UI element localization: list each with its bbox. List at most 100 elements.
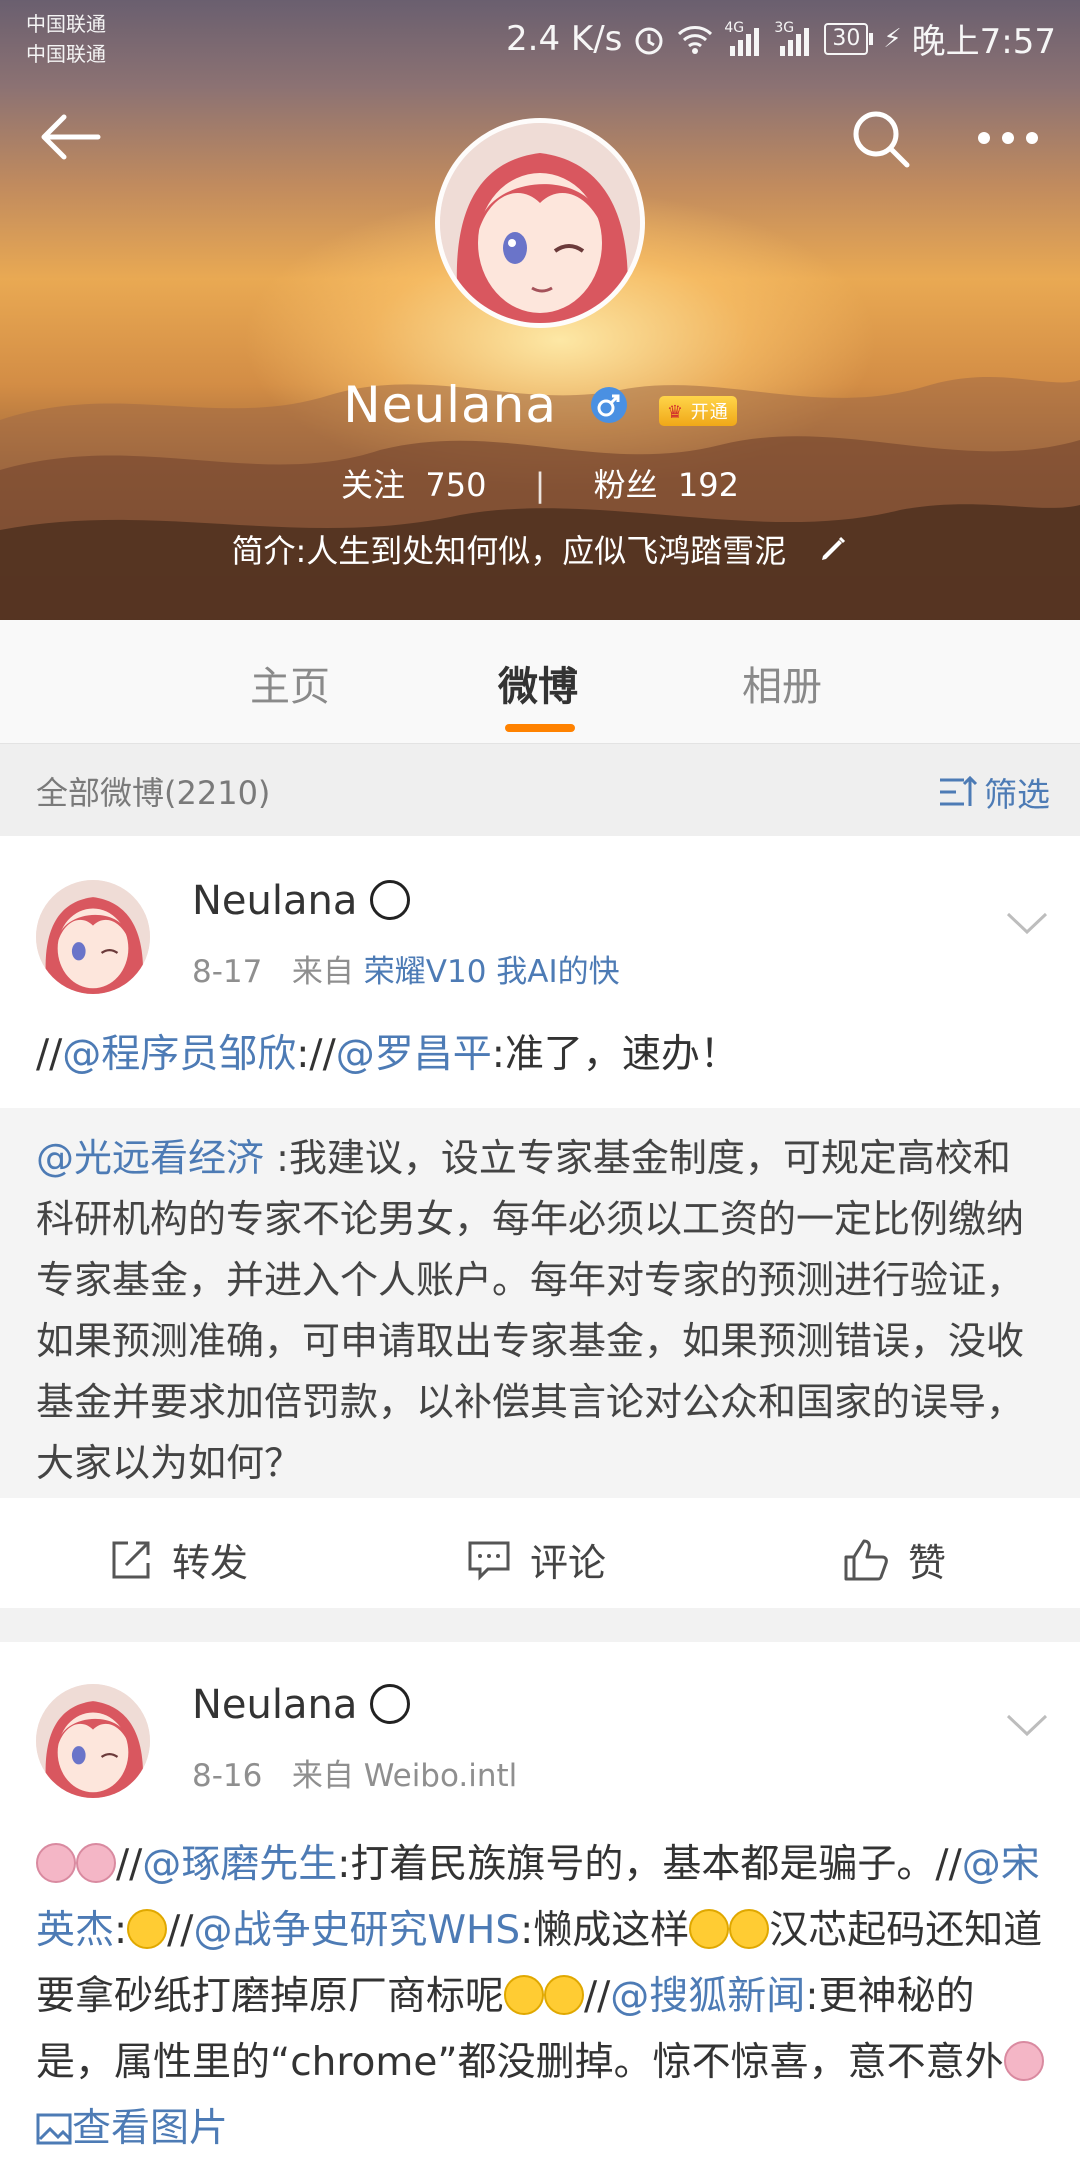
sweat-emoji-icon — [127, 1909, 168, 1949]
profile-bio-row: 简介:人生到处知何似，应似飞鸿踏雪泥 — [0, 526, 1080, 572]
profile-bio: 简介:人生到处知何似，应似飞鸿踏雪泥 — [231, 532, 787, 570]
comment-icon — [468, 1541, 510, 1581]
quoted-post[interactable]: @光远看经济 :我建议，设立专家基金制度，可规定高校和科研机构的专家不论男女，每… — [0, 1108, 1080, 1498]
laugh-cry-emoji-icon — [544, 1975, 585, 2015]
comment-label: 评论 — [530, 1541, 607, 1585]
comment-button[interactable]: 评论 — [466, 1532, 606, 1587]
post-from-label: 来自 — [291, 954, 354, 990]
post-from-label: 来自 — [291, 1758, 354, 1794]
signal-3g-icon: 3G — [774, 19, 814, 56]
text-fragment: : — [114, 1908, 128, 1953]
signal-4g-icon: 4G — [724, 19, 764, 56]
active-tab-indicator — [505, 724, 575, 732]
followers-count: 192 — [677, 466, 739, 504]
laugh-cry-emoji-icon — [504, 1975, 545, 2015]
following-link[interactable]: 关注 750 — [341, 466, 486, 504]
vip-badge-label: 开通 — [690, 402, 729, 423]
mention-link[interactable]: @程序员邹欣 — [62, 1032, 296, 1077]
post-text: //@琢磨先生:打着民族旗号的，基本都是骗子。//@宋英杰://@战争史研究WH… — [36, 1832, 1046, 2160]
panda-icon — [370, 1684, 411, 1724]
following-count: 750 — [425, 466, 487, 504]
tab-home[interactable]: 主页 — [250, 654, 330, 712]
pig-emoji-icon — [76, 1843, 116, 1883]
more-icon[interactable] — [976, 128, 1040, 148]
carrier-1: 中国联通 — [26, 12, 106, 36]
search-icon[interactable] — [850, 108, 912, 170]
thumbs-up-icon — [844, 1539, 888, 1580]
like-label: 赞 — [908, 1541, 947, 1585]
pencil-icon[interactable] — [818, 534, 848, 564]
pig-emoji-icon — [1003, 2041, 1044, 2081]
post-card[interactable]: Neulana 8-16 来自 Weibo.intl //@琢磨先生:打着民族旗… — [0, 1642, 1080, 2160]
repost-label: 转发 — [172, 1541, 249, 1585]
repost-icon — [112, 1541, 150, 1578]
profile-avatar[interactable] — [435, 118, 645, 328]
status-bar-right: 2.4 K/s 4G 3G 30 ⚡ 晚上7:57 — [506, 14, 1056, 63]
net-type-2: 3G — [774, 19, 795, 36]
clock: 晚上7:57 — [911, 22, 1056, 62]
text-fragment: // — [584, 1974, 611, 2019]
post-username-row: Neulana — [192, 1682, 411, 1728]
tab-weibo[interactable]: 微博 — [498, 654, 578, 712]
crown-icon: ♛ — [666, 402, 684, 423]
profile-stats: 关注 750 | 粉丝 192 — [0, 460, 1080, 506]
mention-link[interactable]: @罗昌平 — [336, 1032, 492, 1077]
all-posts-count: 全部微博(2210) — [36, 774, 271, 812]
text-fragment: // — [36, 1032, 63, 1077]
battery-level: 30 — [824, 22, 869, 55]
vip-badge[interactable]: ♛ 开通 — [658, 396, 737, 426]
laugh-cry-emoji-icon — [689, 1909, 730, 1949]
battery-icon: 30 — [824, 22, 874, 55]
post-meta: 8-17 来自 荣耀V10 我AI的快 — [192, 946, 620, 991]
post-avatar[interactable] — [36, 1684, 150, 1798]
repost-button[interactable]: 转发 — [108, 1532, 248, 1587]
net-type-1: 4G — [724, 19, 745, 36]
followers-label: 粉丝 — [593, 466, 658, 504]
mention-link[interactable]: @搜狐新闻 — [610, 1974, 805, 2019]
view-image-link[interactable]: 查看图片 — [36, 2106, 228, 2151]
post-source[interactable]: 荣耀V10 我AI的快 — [364, 954, 620, 990]
mention-link[interactable]: @战争史研究WHS — [193, 1908, 520, 1953]
text-fragment: :// — [296, 1032, 336, 1077]
post-card[interactable]: Neulana 8-17 来自 荣耀V10 我AI的快 //@程序员邹欣://@… — [0, 836, 1080, 1608]
laugh-cry-emoji-icon — [729, 1909, 770, 1949]
mention-link[interactable]: @光远看经济 — [36, 1136, 264, 1180]
like-button[interactable]: 赞 — [842, 1532, 946, 1587]
filter-icon — [940, 775, 978, 806]
profile-name: Neulana — [343, 376, 558, 434]
post-meta: 8-16 来自 Weibo.intl — [192, 1750, 517, 1795]
charging-icon: ⚡ — [883, 23, 902, 54]
text-fragment: :准了，速办！ — [491, 1032, 739, 1077]
stats-separator: | — [534, 466, 546, 504]
post-username[interactable]: Neulana — [192, 1682, 357, 1728]
pig-emoji-icon — [36, 1843, 76, 1883]
post-date: 8-17 — [192, 954, 263, 990]
profile-name-row: Neulana ♛ 开通 — [0, 376, 1080, 434]
followers-link[interactable]: 粉丝 192 — [594, 466, 739, 504]
filter-button[interactable]: 筛选 — [938, 768, 1050, 816]
quoted-text: @光远看经济 :我建议，设立专家基金制度，可规定高校和科研机构的专家不论男女，每… — [36, 1128, 1046, 1494]
following-label: 关注 — [341, 466, 406, 504]
chevron-down-icon[interactable] — [1004, 1702, 1050, 1748]
post-source[interactable]: Weibo.intl — [364, 1758, 518, 1794]
chevron-down-icon[interactable] — [1004, 900, 1050, 946]
post-username[interactable]: Neulana — [192, 878, 357, 924]
network-speed: 2.4 K/s — [506, 18, 623, 59]
profile-header: 中国联通 中国联通 2.4 K/s 4G 3G 30 ⚡ 晚上7:57 Neul… — [0, 0, 1080, 620]
mention-link[interactable]: @琢磨先生 — [142, 1842, 337, 1887]
filter-label: 筛选 — [984, 775, 1050, 814]
profile-tabs: 主页 微博 相册 — [0, 620, 1080, 744]
text-fragment: :懒成这样 — [520, 1908, 690, 1953]
panda-icon — [370, 880, 411, 920]
wifi-icon — [678, 25, 713, 54]
post-username-row: Neulana — [192, 878, 411, 924]
back-arrow-icon[interactable] — [36, 112, 102, 162]
tab-album[interactable]: 相册 — [742, 654, 822, 712]
post-avatar[interactable] — [36, 880, 150, 994]
post-text: //@程序员邹欣://@罗昌平:准了，速办！ — [36, 1022, 1046, 1087]
quoted-body: :我建议，设立专家基金制度，可规定高校和科研机构的专家不论男女，每年必须以工资的… — [36, 1136, 1025, 1485]
post-date: 8-16 — [192, 1758, 263, 1794]
male-icon — [590, 387, 627, 423]
carrier-2: 中国联通 — [26, 42, 106, 66]
text-fragment: // — [167, 1908, 194, 1953]
